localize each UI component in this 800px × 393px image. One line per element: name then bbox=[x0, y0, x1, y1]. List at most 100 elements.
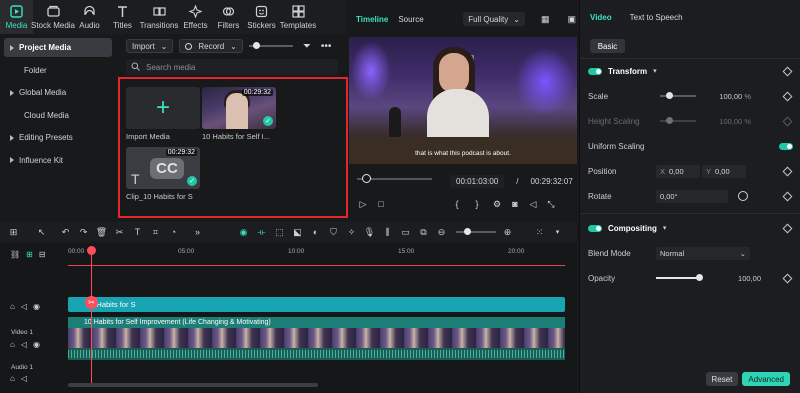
media-card-video[interactable]: 00:29:32 ✓ 10 Habits for Self I... bbox=[202, 87, 276, 141]
rotate-dial-icon[interactable] bbox=[738, 191, 748, 201]
add-track-icon[interactable]: ⊞ bbox=[26, 250, 33, 259]
embedded-audio-waveform[interactable] bbox=[68, 348, 565, 360]
tab-source[interactable]: Source bbox=[398, 15, 423, 24]
magic-icon[interactable]: ✧ bbox=[344, 225, 359, 240]
camera-icon[interactable]: ◙ bbox=[508, 197, 522, 211]
stop-icon[interactable]: □ bbox=[374, 197, 388, 211]
compositing-toggle[interactable] bbox=[588, 224, 602, 232]
subtitle-icon[interactable]: ▭ bbox=[398, 225, 413, 240]
thumbnail-size-slider[interactable] bbox=[248, 42, 293, 49]
keyframe-diamond-icon[interactable] bbox=[782, 66, 793, 76]
transform-tool-icon[interactable]: ⬚ bbox=[272, 225, 287, 240]
keyframe-diamond-icon[interactable] bbox=[782, 166, 793, 176]
tab-effects[interactable]: Effects bbox=[179, 0, 212, 34]
record-dropdown[interactable]: Record ⌄ bbox=[179, 39, 243, 53]
opacity-value[interactable]: 100,00 bbox=[738, 274, 761, 283]
scale-value[interactable]: 100,00 % bbox=[719, 92, 751, 101]
tab-video[interactable]: Video bbox=[590, 13, 612, 22]
grid-view-icon[interactable]: ▦ bbox=[541, 14, 550, 25]
playhead[interactable] bbox=[87, 246, 96, 383]
video-clip-header[interactable]: 10 Habits for Self Improvement (Life Cha… bbox=[68, 317, 565, 328]
tab-filters[interactable]: Filters bbox=[212, 0, 245, 34]
scissors-icon[interactable]: ✂ bbox=[85, 296, 98, 309]
title-clip[interactable]: 10 Habits for S bbox=[68, 297, 565, 312]
fullscreen-icon[interactable]: ⤡ bbox=[544, 197, 558, 211]
undo-icon[interactable]: ↶ bbox=[58, 225, 73, 240]
position-x-input[interactable]: X 0,00 bbox=[656, 164, 700, 178]
play-icon[interactable]: ▷ bbox=[356, 197, 370, 211]
cut-scissors-icon[interactable]: ✂ bbox=[112, 225, 127, 240]
mask-icon[interactable]: ◐ bbox=[308, 225, 323, 240]
sidebar-item-project-media[interactable]: Project Media bbox=[4, 38, 112, 57]
track-settings-icon[interactable]: ⊟ bbox=[39, 250, 46, 259]
pip-icon[interactable]: ⧉ bbox=[416, 225, 431, 240]
media-search[interactable] bbox=[126, 59, 338, 75]
speaker-icon[interactable]: ◁ bbox=[21, 374, 27, 383]
slider-handle[interactable] bbox=[696, 274, 703, 281]
crop-icon[interactable]: ⌗ bbox=[148, 225, 163, 240]
more-options-icon[interactable]: ••• bbox=[321, 41, 332, 52]
lock-icon[interactable]: ⌂ bbox=[10, 374, 15, 383]
tab-stickers[interactable]: Stickers bbox=[245, 0, 278, 34]
keyframe-diamond-icon[interactable] bbox=[782, 273, 793, 283]
sidebar-item-global-media[interactable]: Global Media bbox=[4, 83, 112, 102]
playback-scrubber[interactable] bbox=[357, 174, 432, 183]
volume-icon[interactable]: ◁ bbox=[526, 197, 540, 211]
lock-icon[interactable]: ⌂ bbox=[10, 302, 15, 311]
speed-icon[interactable]: ◔ bbox=[166, 225, 181, 240]
eye-icon[interactable]: ◉ bbox=[33, 302, 40, 311]
zoom-slider[interactable] bbox=[456, 228, 496, 235]
select-arrow-icon[interactable]: ↖ bbox=[34, 225, 49, 240]
lock-icon[interactable]: ⌂ bbox=[10, 340, 15, 349]
search-input[interactable] bbox=[146, 62, 326, 72]
ai-tool-icon[interactable]: ◉ bbox=[236, 225, 251, 240]
settings-gear-icon[interactable]: ⚙ bbox=[490, 197, 504, 211]
more-tools-icon[interactable]: » bbox=[190, 225, 205, 240]
mixer-icon[interactable]: ⫼ bbox=[380, 225, 395, 240]
microphone-icon[interactable]: 🎙 bbox=[362, 225, 377, 240]
tab-audio[interactable]: Audio bbox=[73, 0, 106, 34]
link-icon[interactable]: ⛓ bbox=[10, 250, 20, 259]
media-card-clip[interactable]: T CC 00:29:32 ✓ Clip_10 Habits for S bbox=[126, 147, 200, 201]
filter-icon[interactable]: ⏷ bbox=[303, 41, 311, 52]
sidebar-item-folder[interactable]: Folder bbox=[4, 61, 112, 80]
keyframe-diamond-icon[interactable] bbox=[782, 191, 793, 201]
position-y-input[interactable]: Y 0,00 bbox=[702, 164, 746, 178]
zoom-in-icon[interactable]: ⊕ bbox=[500, 225, 515, 240]
eye-icon[interactable]: ◉ bbox=[33, 340, 40, 349]
import-dropdown[interactable]: Import ⌄ bbox=[126, 39, 174, 53]
transform-toggle[interactable] bbox=[588, 67, 602, 75]
chevron-down-icon[interactable]: ▾ bbox=[550, 225, 565, 240]
scale-slider[interactable] bbox=[660, 92, 696, 99]
compositing-section-header[interactable]: Compositing ▾ bbox=[588, 221, 793, 235]
grid-dots-icon[interactable]: ⁙ bbox=[532, 225, 547, 240]
tab-titles[interactable]: Titles bbox=[106, 0, 139, 34]
reset-button[interactable]: Reset bbox=[705, 372, 739, 386]
sidebar-item-editing-presets[interactable]: Editing Presets bbox=[4, 128, 112, 147]
layout-grid-icon[interactable]: ⊞ bbox=[6, 225, 21, 240]
uniform-scaling-toggle[interactable] bbox=[779, 142, 793, 150]
slider-handle[interactable] bbox=[666, 92, 673, 99]
zoom-out-icon[interactable]: ⊖ bbox=[434, 225, 449, 240]
snapshot-image-icon[interactable]: ▣ bbox=[567, 14, 576, 25]
mark-out-icon[interactable]: } bbox=[470, 197, 484, 211]
import-media-card[interactable]: + Import Media bbox=[126, 87, 200, 141]
tab-text-to-speech[interactable]: Text to Speech bbox=[630, 13, 683, 22]
timeline-scrollbar[interactable] bbox=[68, 383, 318, 387]
speaker-icon[interactable]: ◁ bbox=[21, 302, 27, 311]
sticker-tool-icon[interactable]: ⬕ bbox=[290, 225, 305, 240]
quality-dropdown[interactable]: Full Quality ⌄ bbox=[463, 12, 525, 26]
blend-mode-dropdown[interactable]: Normal ⌄ bbox=[656, 246, 750, 260]
import-thumbnail[interactable]: + bbox=[126, 87, 200, 129]
tab-transitions[interactable]: Transitions bbox=[139, 0, 179, 34]
video-clip-thumbnails[interactable] bbox=[68, 328, 565, 348]
sidebar-item-cloud-media[interactable]: Cloud Media bbox=[4, 106, 112, 125]
opacity-slider[interactable] bbox=[656, 274, 703, 281]
rotate-input[interactable]: 0,00° bbox=[656, 189, 728, 203]
speaker-icon[interactable]: ◁ bbox=[21, 340, 27, 349]
tab-templates[interactable]: Templates bbox=[278, 0, 318, 34]
shield-icon[interactable]: ⛉ bbox=[326, 225, 341, 240]
keyframe-diamond-icon[interactable] bbox=[782, 223, 793, 233]
basic-tab-button[interactable]: Basic bbox=[590, 39, 625, 53]
sidebar-item-influence-kit[interactable]: Influence Kit bbox=[4, 151, 112, 170]
